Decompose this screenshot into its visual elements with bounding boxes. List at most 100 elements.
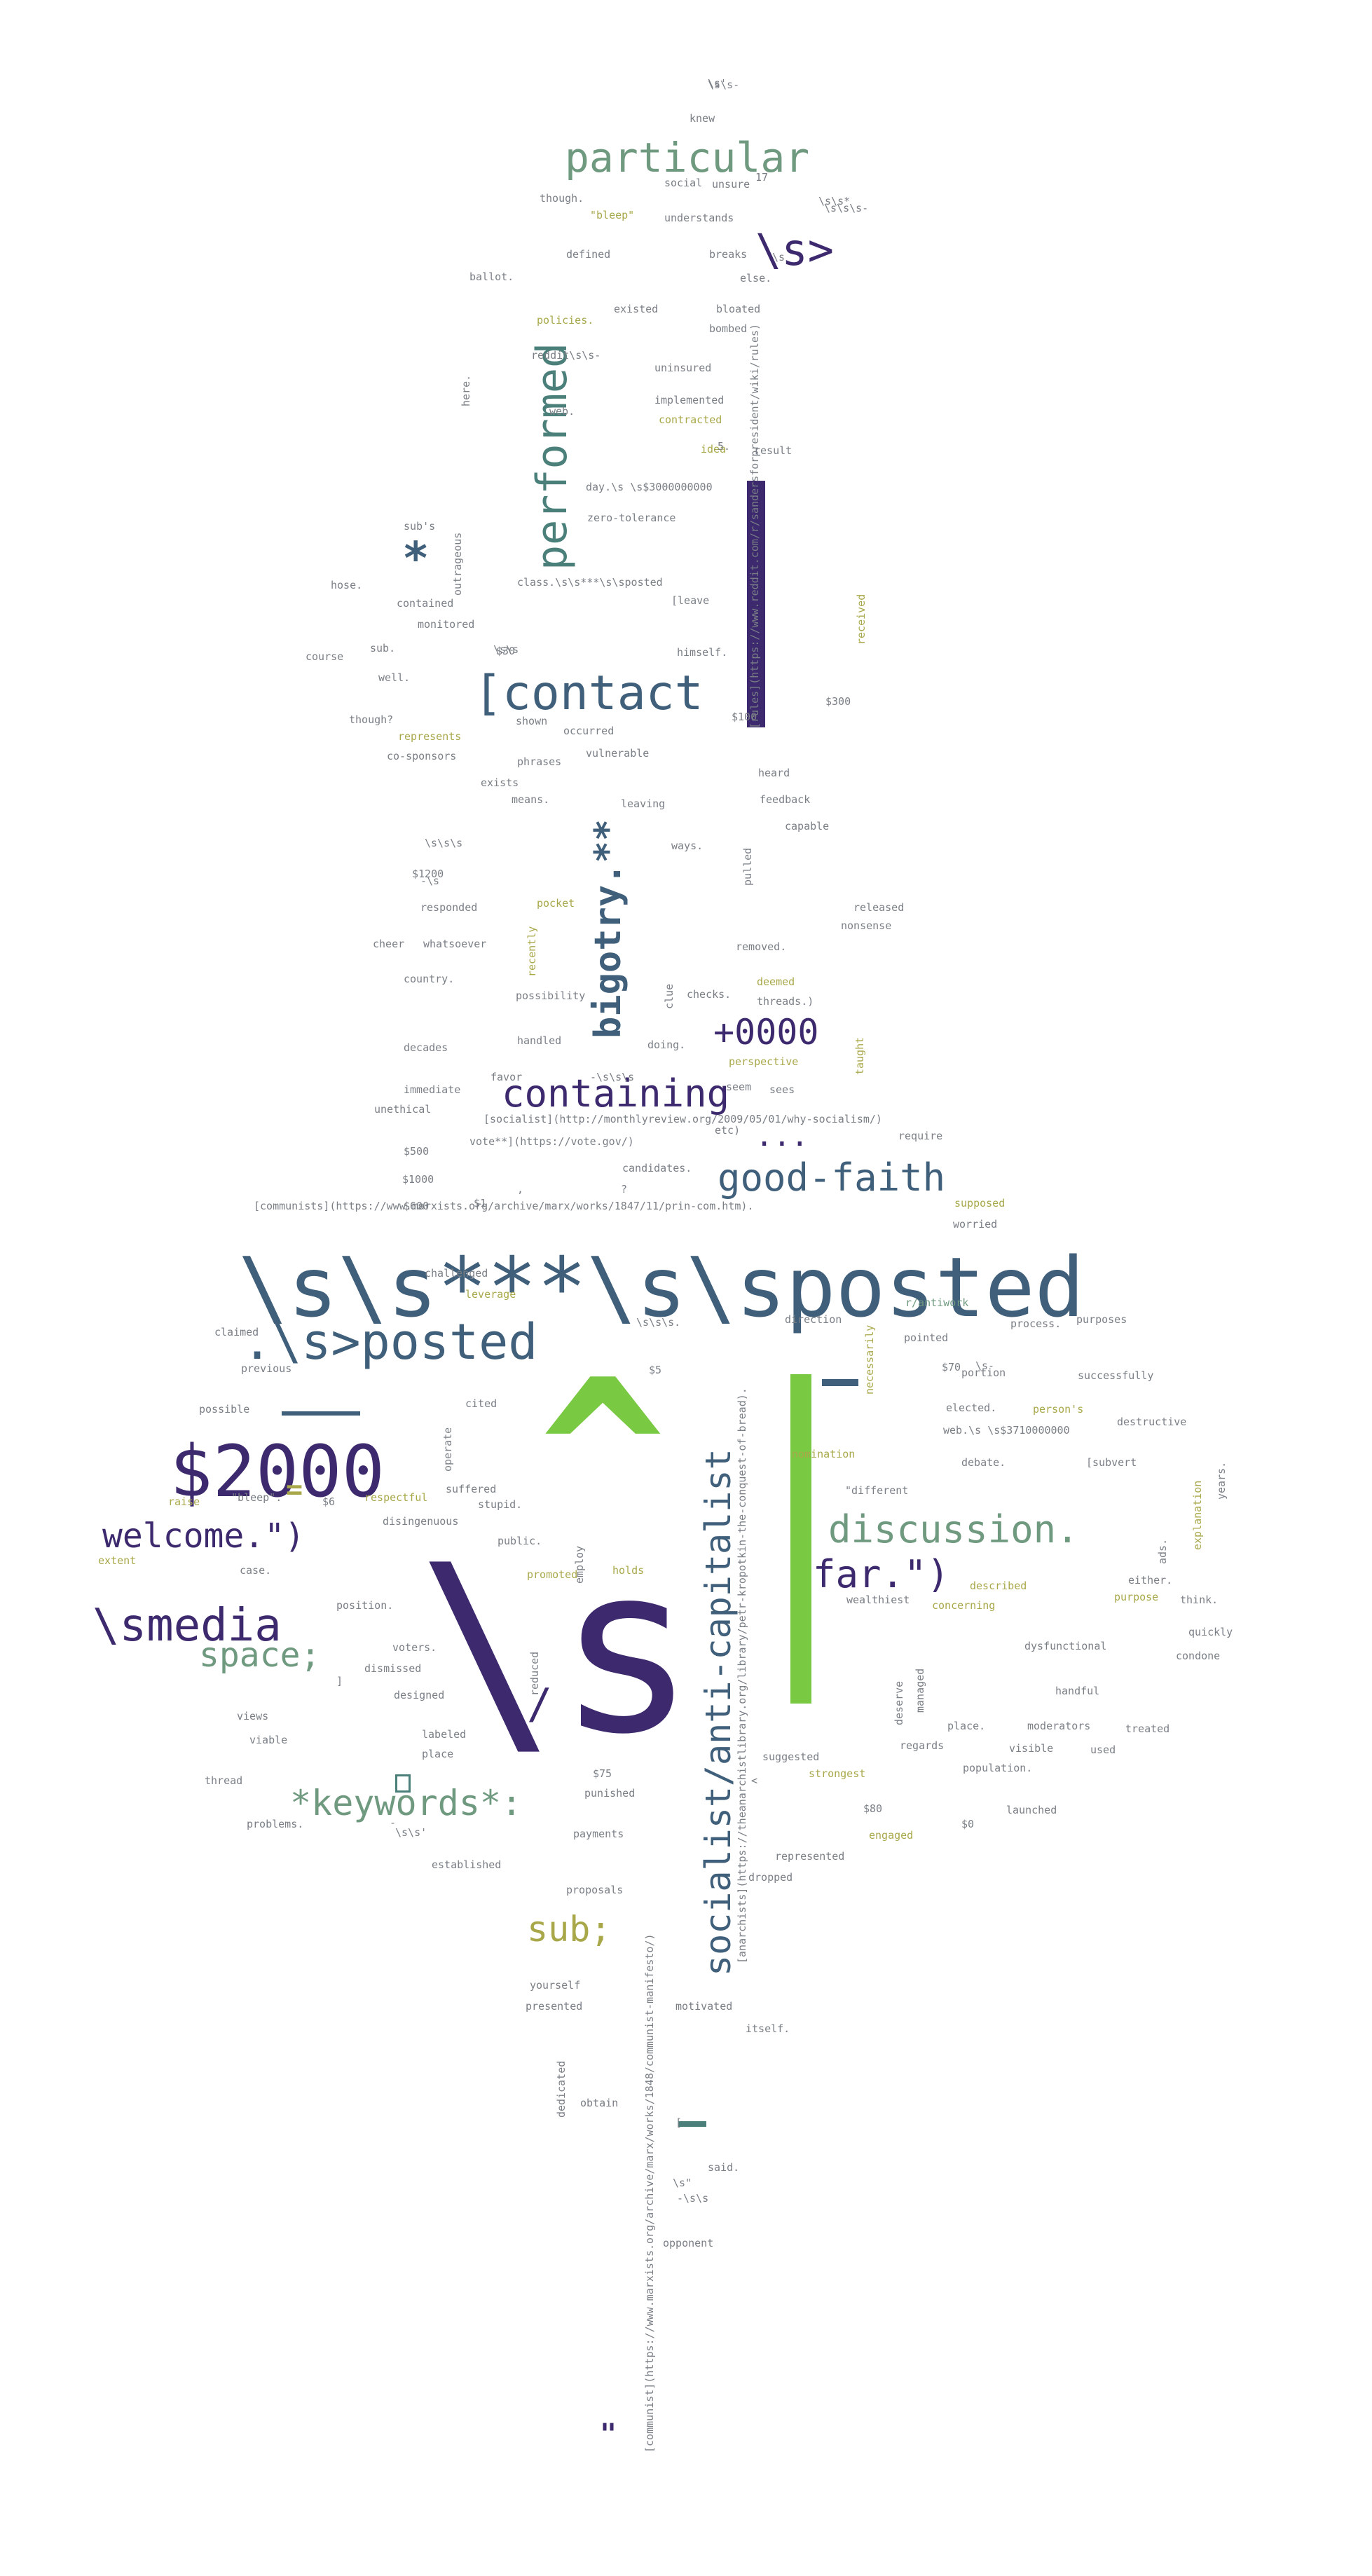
word: opponent <box>663 2237 714 2249</box>
word: monitored <box>418 618 475 631</box>
word: -\s\s\s <box>590 1071 635 1083</box>
word: good-faith <box>718 1156 946 1200</box>
word: vote**](https://vote.gov/) <box>469 1135 634 1148</box>
word: exists <box>481 776 519 789</box>
word: years. <box>1215 1461 1228 1500</box>
word: candidates. <box>622 1162 692 1174</box>
word: ways. <box>671 840 704 852</box>
word: purposes <box>1076 1313 1127 1326</box>
word: labeled <box>422 1728 467 1741</box>
word: \s> <box>755 224 834 275</box>
word: < <box>751 1774 758 1787</box>
word: occurred <box>563 725 615 737</box>
word: cited <box>465 1397 498 1410</box>
word: possible <box>199 1403 250 1416</box>
word: raise <box>168 1495 200 1508</box>
word: previous <box>241 1362 292 1375</box>
word: $6 <box>322 1495 336 1508</box>
word: responded <box>420 901 478 914</box>
word: dedicated <box>555 2060 568 2118</box>
word: views <box>237 1710 269 1722</box>
word: disingenuous <box>383 1515 459 1528</box>
word: leaving <box>621 797 666 810</box>
word: "different <box>845 1484 909 1497</box>
word: * <box>402 533 430 585</box>
word: \s" <box>673 2177 692 2189</box>
word: web.\s \s$3710000000 <box>943 1424 1070 1437</box>
word: defined <box>566 248 611 261</box>
word: country. <box>404 973 455 985</box>
word: course <box>306 650 344 663</box>
word-cloud: \s\s***\s\sposted \s $2000 ^ [contact pa… <box>0 0 1372 2576</box>
word: destructive <box>1117 1416 1187 1428</box>
word: discussion. <box>828 1507 1079 1551</box>
word: $300 <box>825 695 851 708</box>
word: represents <box>398 730 462 743</box>
word: feedback <box>760 793 811 806</box>
word: think. <box>1180 1594 1219 1606</box>
word: either. <box>1128 1574 1173 1587</box>
word: dysfunctional <box>1024 1640 1107 1652</box>
word: else. <box>740 272 772 285</box>
word: outrageous <box>451 532 464 596</box>
word: ... <box>755 1118 809 1153</box>
word: viable <box>249 1734 288 1746</box>
word: deserve <box>893 1680 905 1725</box>
word: used <box>1090 1743 1116 1756</box>
word: zero-tolerance <box>587 512 676 524</box>
word: person's <box>1033 1403 1084 1416</box>
word: taught <box>853 1036 866 1075</box>
word: pulled <box>741 847 754 886</box>
word: direction <box>785 1313 842 1326</box>
word: bombed <box>709 322 748 335</box>
word: pocket <box>537 897 575 910</box>
word: hose. <box>331 579 363 591</box>
word: voters. <box>392 1641 437 1654</box>
word: ? <box>621 1183 628 1195</box>
word: well. <box>378 671 411 684</box>
word: itself. <box>746 2022 790 2035</box>
word: \s\s\s- <box>824 202 869 214</box>
word: breaks <box>709 248 748 261</box>
word: reddit\s\s- <box>531 349 601 362</box>
word: policies. <box>537 314 594 327</box>
word: $5 <box>649 1364 662 1376</box>
word: process. <box>1010 1317 1062 1330</box>
word: public. <box>498 1535 542 1547</box>
word: contained <box>397 597 454 610</box>
word: threads.) <box>757 995 814 1008</box>
word-bar-dash-slate <box>822 1379 858 1386</box>
word: regards <box>900 1739 945 1752</box>
word: shown <box>516 715 548 727</box>
word: .\s>posted <box>242 1313 538 1371</box>
word: debate. <box>961 1456 1006 1469</box>
word: thread <box>205 1774 243 1787</box>
word: though. <box>540 192 584 205</box>
word: suffered <box>446 1483 497 1495</box>
word: possibility <box>516 989 586 1002</box>
word: phrases <box>517 755 562 768</box>
word: $100 <box>732 711 757 723</box>
word: seem <box>726 1081 752 1093</box>
word: claimed <box>214 1326 259 1338</box>
word-bar-green <box>790 1374 811 1704</box>
word: suggested <box>762 1751 820 1763</box>
word: perspective <box>729 1055 799 1068</box>
word: understands <box>664 212 734 224</box>
word: $30 <box>496 645 516 657</box>
word: decades <box>404 1041 448 1054</box>
word: co-sponsors <box>387 750 457 762</box>
word: quickly <box>1188 1626 1233 1638</box>
word: challenged <box>425 1267 488 1280</box>
word: problems. <box>247 1818 304 1830</box>
word: \s\s\s <box>425 837 463 849</box>
word: \s\s\s. <box>636 1316 681 1329</box>
word: recently <box>526 926 538 977</box>
word: $70 <box>942 1361 961 1373</box>
word: presented <box>526 2000 583 2013</box>
word: launched <box>1006 1804 1057 1816</box>
word: explanation <box>1191 1480 1204 1550</box>
word: -\s\s <box>677 2192 709 2205</box>
word: punished <box>584 1787 636 1800</box>
word: existed <box>614 303 659 315</box>
